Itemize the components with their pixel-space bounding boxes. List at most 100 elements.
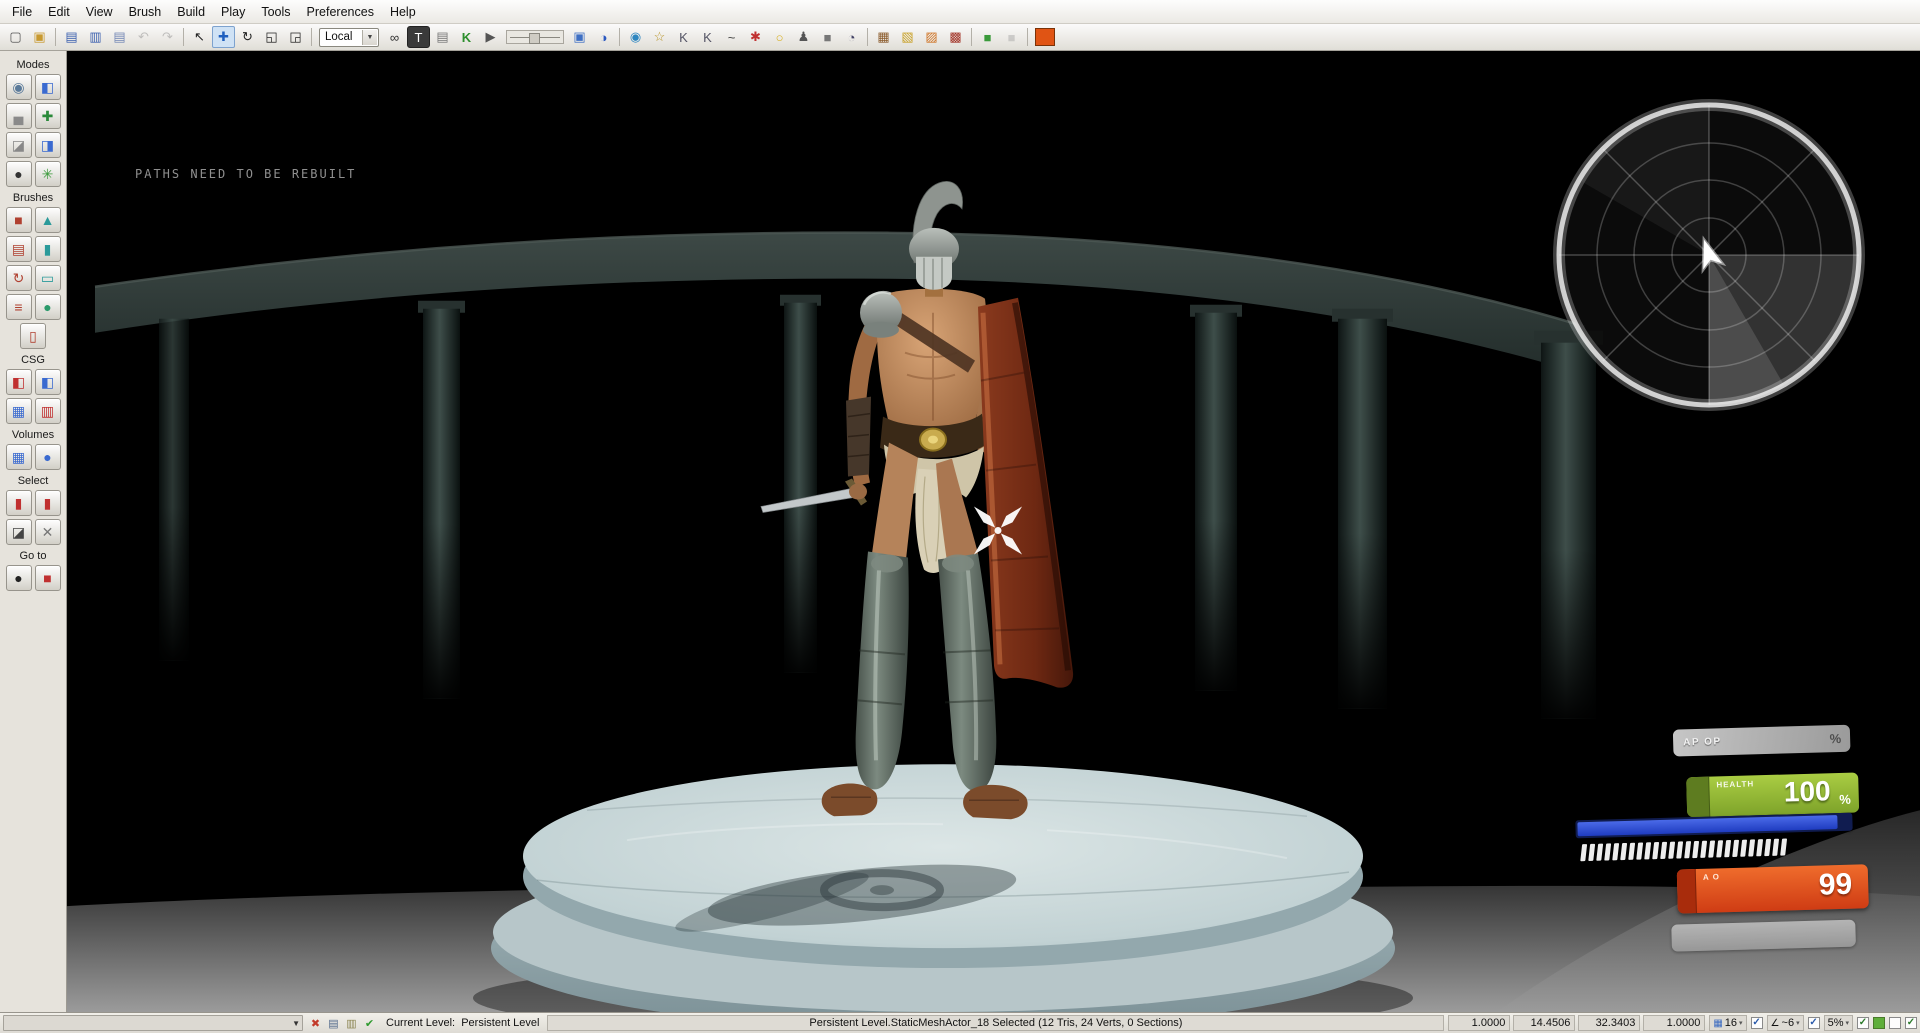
csg-subtract[interactable]: ◧ — [34, 369, 61, 395]
menu-brush[interactable]: Brush — [121, 2, 170, 22]
lighting-status-icon[interactable]: ▥ — [343, 1015, 360, 1031]
open-kismet[interactable]: K — [455, 26, 478, 48]
terrain-tool[interactable]: ▦ — [872, 26, 895, 48]
energy-fill — [1577, 815, 1839, 837]
save-current-level[interactable]: ▤ — [60, 26, 83, 48]
select-invert[interactable]: ◪ — [5, 519, 32, 545]
play-on-device[interactable]: ■ — [1000, 26, 1023, 48]
mode-terrain[interactable]: ▄ — [5, 103, 32, 129]
angle-dropdown-icon[interactable]: ▾ — [1796, 1019, 1800, 1027]
grid-dropdown-icon[interactable]: ▾ — [1739, 1019, 1743, 1027]
undo[interactable]: ↶ — [132, 26, 155, 48]
translate-tool[interactable]: ✚ — [212, 26, 235, 48]
package-folder[interactable]: ▣ — [568, 26, 591, 48]
play-in-editor[interactable]: ■ — [976, 26, 999, 48]
perspective-viewport[interactable]: PATHS NEED TO BE REBUILT AP OP % HEALTH … — [67, 51, 1920, 1012]
generic-browser[interactable]: ▤ — [431, 26, 454, 48]
rotate-tool[interactable]: ↻ — [236, 26, 259, 48]
csg-add[interactable]: ◧ — [5, 369, 32, 395]
brush-cylinder[interactable]: ▮ — [34, 236, 61, 262]
scale-snap-checkbox[interactable] — [1857, 1017, 1869, 1029]
scale-grid-snap[interactable]: 5% ▾ — [1823, 1015, 1853, 1031]
menu-help[interactable]: Help — [382, 2, 424, 22]
volume-add[interactable]: ▦ — [5, 444, 32, 470]
curve-editor[interactable]: ~ — [720, 26, 743, 48]
swarm-agent[interactable]: ▨ — [920, 26, 943, 48]
mode-translate[interactable]: ✚ — [34, 103, 61, 129]
rotation-grid-checkbox[interactable] — [1807, 1017, 1820, 1029]
brush-linear-stair[interactable]: ≡ — [5, 294, 32, 320]
camera-speed-fast[interactable]: K — [696, 26, 719, 48]
brush-cube[interactable]: ■ — [5, 207, 32, 233]
mode-geometry[interactable]: ◧ — [34, 74, 61, 100]
status-combo[interactable]: ▼ — [3, 1015, 303, 1031]
brush-spiral-stair[interactable]: ↻ — [5, 265, 32, 291]
drag-grid-checkbox[interactable] — [1750, 1017, 1763, 1029]
select-add[interactable]: ▮ — [5, 490, 32, 516]
goto-builder-brush[interactable]: ■ — [34, 565, 61, 591]
mode-texture-align[interactable]: ◪ — [5, 132, 32, 158]
menu-play[interactable]: Play — [213, 2, 253, 22]
drag-grid-snap[interactable]: ▦ 16 ▾ — [1709, 1015, 1747, 1031]
stamina-tick — [1700, 840, 1708, 858]
redo[interactable]: ↷ — [156, 26, 179, 48]
favorites[interactable]: ☆ — [648, 26, 671, 48]
option-checkbox-1[interactable] — [1889, 1017, 1901, 1029]
distribution-widget[interactable] — [506, 30, 564, 44]
select-none[interactable]: ✕ — [34, 519, 61, 545]
mode-camera[interactable]: ◉ — [5, 74, 32, 100]
toggle-brush-polys[interactable]: ◑ — [592, 26, 615, 48]
brush-cone[interactable]: ▲ — [34, 207, 61, 233]
build-cover-nodes[interactable]: ♟ — [792, 26, 815, 48]
source-control-ok-icon[interactable]: ✔ — [361, 1015, 378, 1031]
selection-tool[interactable]: ↖ — [188, 26, 211, 48]
csg-intersect[interactable]: ▦ — [5, 398, 32, 424]
brush-curved-stair[interactable]: ▤ — [5, 236, 32, 262]
option-checkbox-2[interactable] — [1905, 1017, 1917, 1029]
autosave-swatch[interactable] — [1873, 1017, 1885, 1029]
rotation-grid-snap[interactable]: ∠ ~6 ▾ — [1766, 1015, 1804, 1031]
menu-file[interactable]: File — [4, 2, 40, 22]
open-matinee-icon: ▶ — [485, 29, 496, 44]
scale-tool[interactable]: ◱ — [260, 26, 283, 48]
package-status-icon[interactable]: ▤ — [325, 1015, 342, 1031]
menu-preferences[interactable]: Preferences — [299, 2, 382, 22]
realtime-preview-swatch[interactable] — [1035, 28, 1055, 46]
scale-dropdown-icon[interactable]: ▾ — [1845, 1019, 1849, 1027]
save-all-levels[interactable]: ▥ — [84, 26, 107, 48]
combo-dropdown-icon[interactable]: ▼ — [292, 1016, 300, 1030]
menu-view[interactable]: View — [78, 2, 121, 22]
nonuniform-scale-tool[interactable]: ◲ — [284, 26, 307, 48]
menu-tools[interactable]: Tools — [253, 2, 298, 22]
select-remove[interactable]: ▮ — [34, 490, 61, 516]
reference-coordinate-system[interactable]: Local ▼ — [319, 27, 379, 47]
build-all[interactable]: ■ — [816, 26, 839, 48]
build-progress-clock[interactable]: ◔ — [840, 26, 863, 48]
map-errors[interactable]: ▩ — [944, 26, 967, 48]
hud-adrenaline-bar: A O 99 — [1676, 864, 1869, 914]
lightmass-tool[interactable]: ▧ — [896, 26, 919, 48]
build-geometry[interactable]: ◉ — [624, 26, 647, 48]
map-check-error-icon[interactable]: ✖ — [307, 1015, 324, 1031]
brush-sheet[interactable]: ▭ — [34, 265, 61, 291]
mode-foliage[interactable]: ✳ — [34, 161, 61, 187]
csg-deintersect[interactable]: ▥ — [34, 398, 61, 424]
mode-mesh-paint[interactable]: ◨ — [34, 132, 61, 158]
menu-edit[interactable]: Edit — [40, 2, 78, 22]
brush-sphere[interactable]: ● — [34, 294, 61, 320]
brush-volumetric[interactable]: ▯ — [20, 323, 46, 349]
search-for-actors[interactable]: ∞ — [383, 26, 406, 48]
camera-speed-slow[interactable]: K — [672, 26, 695, 48]
build-ai-paths[interactable]: ✱ — [744, 26, 767, 48]
open-matinee[interactable]: ▶ — [479, 26, 502, 48]
save-all-writable[interactable]: ▤ — [108, 26, 131, 48]
content-browser[interactable]: T — [407, 26, 430, 48]
new-level[interactable]: ▢ — [4, 26, 27, 48]
volume-sphere[interactable]: ● — [34, 444, 61, 470]
goto-actor[interactable]: ● — [5, 565, 32, 591]
menu-build[interactable]: Build — [169, 2, 213, 22]
combo-arrow-icon[interactable]: ▼ — [362, 29, 377, 45]
mode-geometry-edit[interactable]: ● — [5, 161, 32, 187]
build-lighting[interactable]: ○ — [768, 26, 791, 48]
open-level[interactable]: ▣ — [28, 26, 51, 48]
